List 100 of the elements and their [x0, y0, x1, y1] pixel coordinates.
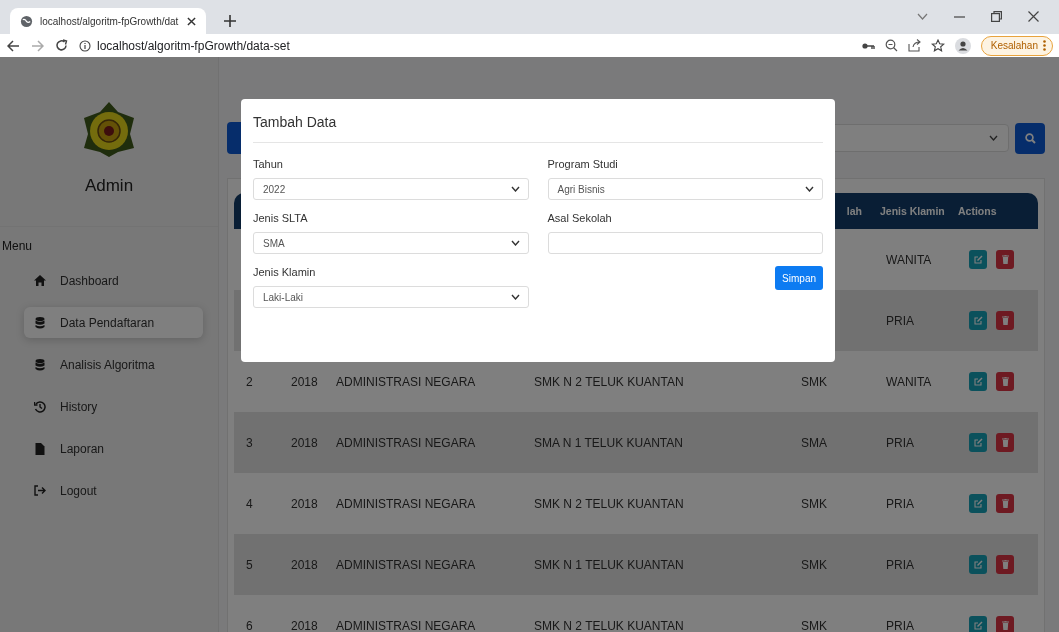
table-cell: SMK N 1 TELUK KUANTAN: [534, 557, 684, 572]
select-field[interactable]: SMA: [253, 232, 529, 254]
column-header: Actions: [957, 205, 998, 217]
edit-button[interactable]: [969, 433, 987, 452]
column-header: Jenis Klamin: [879, 205, 946, 217]
error-profile-button[interactable]: Kesalahan: [980, 35, 1053, 56]
sidebar-item[interactable]: Laporan: [24, 433, 203, 464]
file-icon: [34, 442, 46, 455]
kebab-menu-icon: [1043, 40, 1046, 51]
new-tab-icon[interactable]: [224, 15, 236, 27]
trash-icon: [1001, 377, 1009, 386]
edit-icon: [973, 377, 983, 386]
table-cell: SMK N 2 TELUK KUANTAN: [534, 496, 684, 511]
tab-title: localhost/algoritm-fpGrowth/dat: [40, 15, 180, 27]
table-cell: 2018: [291, 557, 318, 572]
database-icon: [34, 358, 46, 371]
delete-button[interactable]: [996, 311, 1014, 330]
browser-tab[interactable]: localhost/algoritm-fpGrowth/dat: [10, 8, 206, 34]
star-icon[interactable]: [930, 39, 945, 52]
edit-button[interactable]: [969, 494, 987, 513]
table-cell: 2018: [291, 496, 318, 511]
select-field[interactable]: Agri Bisnis: [547, 178, 823, 200]
forward-arrow-icon[interactable]: [31, 39, 44, 52]
table-cell: WANITA: [886, 252, 932, 267]
sidebar-item[interactable]: Data Pendaftaran: [24, 307, 203, 338]
restore-icon[interactable]: [991, 11, 1002, 22]
history-icon: [34, 400, 46, 413]
table-cell: WANITA: [886, 374, 932, 389]
input-field[interactable]: [547, 232, 823, 254]
delete-button[interactable]: [996, 616, 1014, 632]
select-field[interactable]: Laki-Laki: [253, 286, 529, 308]
close-icon[interactable]: [1028, 11, 1039, 22]
chevron-down-icon[interactable]: [917, 13, 928, 20]
table-cell: SMK N 2 TELUK KUANTAN: [534, 374, 684, 389]
trash-icon: [1001, 560, 1009, 569]
address-field[interactable]: localhost/algoritm-fpGrowth/data-set: [79, 35, 851, 56]
share-icon[interactable]: [907, 39, 921, 52]
info-icon: [79, 39, 91, 52]
table-cell: ADMINISTRASI NEGARA: [336, 557, 476, 572]
trash-icon: [1001, 438, 1009, 447]
delete-button[interactable]: [996, 555, 1014, 574]
table-cell: PRIA: [886, 557, 914, 572]
trash-icon: [1001, 316, 1009, 325]
edit-button[interactable]: [969, 311, 987, 330]
edit-icon: [973, 560, 983, 569]
edit-button[interactable]: [969, 555, 987, 574]
sidebar-item[interactable]: History: [24, 391, 203, 422]
close-icon[interactable]: [187, 16, 196, 26]
search-icon: [1024, 132, 1036, 144]
table-cell: 3: [246, 435, 253, 450]
edit-icon: [973, 316, 983, 325]
select-field[interactable]: 2022: [253, 178, 529, 200]
table-cell: 2: [246, 374, 253, 389]
chevron-down-icon: [510, 186, 520, 192]
reload-icon[interactable]: [55, 39, 68, 52]
edit-button[interactable]: [969, 250, 987, 269]
sidebar-item[interactable]: Analisis Algoritma: [24, 349, 203, 380]
table-cell: PRIA: [886, 435, 914, 450]
table-cell: PRIA: [886, 496, 914, 511]
table-cell: PRIA: [886, 618, 914, 632]
edit-icon: [973, 621, 983, 630]
table-cell: SMA: [801, 435, 827, 450]
table-cell: SMK: [801, 374, 827, 389]
field-label: Jenis SLTA: [253, 212, 309, 224]
globe-icon: [20, 14, 33, 28]
table-cell: SMA N 1 TELUK KUANTAN: [534, 435, 683, 450]
home-icon: [34, 275, 46, 286]
sidebar-item[interactable]: Dashboard: [24, 265, 203, 296]
search-button[interactable]: [1015, 122, 1045, 154]
delete-button[interactable]: [996, 250, 1014, 269]
minimize-icon[interactable]: [954, 15, 965, 18]
chevron-down-icon: [510, 294, 520, 300]
table-cell: 4: [246, 496, 253, 511]
delete-button[interactable]: [996, 372, 1014, 391]
back-arrow-icon[interactable]: [7, 39, 20, 52]
table-cell: ADMINISTRASI NEGARA: [336, 496, 476, 511]
edit-button[interactable]: [969, 372, 987, 391]
table-cell: ADMINISTRASI NEGARA: [336, 435, 476, 450]
field-label: Jenis Klamin: [253, 266, 317, 278]
profile-avatar-icon[interactable]: [954, 37, 971, 54]
table-cell: PRIA: [886, 313, 914, 328]
table-cell: 2018: [291, 618, 318, 632]
user-name: Admin: [84, 176, 134, 196]
delete-button[interactable]: [996, 433, 1014, 452]
edit-icon: [973, 438, 983, 447]
field-label: Asal Sekolah: [547, 212, 613, 224]
edit-button[interactable]: [969, 616, 987, 632]
table-cell: SMK: [801, 557, 827, 572]
menu-heading: Menu: [2, 239, 34, 253]
modal-title: Tambah Data: [253, 114, 823, 143]
logout-icon: [34, 485, 46, 496]
key-icon[interactable]: [861, 41, 875, 50]
zoom-icon[interactable]: [884, 39, 898, 52]
table-cell: SMK N 2 TELUK KUANTAN: [534, 618, 684, 632]
sidebar-item[interactable]: Logout: [24, 475, 203, 506]
edit-icon: [973, 255, 983, 264]
trash-icon: [1001, 499, 1009, 508]
table-cell: 2018: [291, 374, 318, 389]
delete-button[interactable]: [996, 494, 1014, 513]
save-button[interactable]: Simpan: [775, 266, 823, 290]
